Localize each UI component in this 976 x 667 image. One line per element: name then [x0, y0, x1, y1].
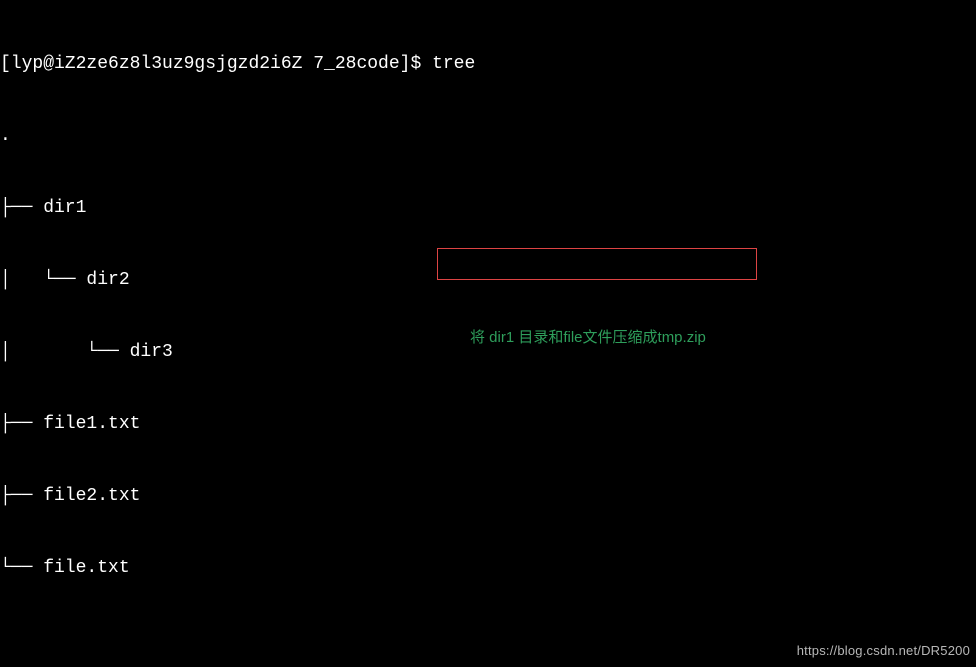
tree-entry: ├── dir1	[0, 196, 86, 220]
annotation-text: 将 dir1 目录和file文件压缩成tmp.zip	[470, 326, 706, 350]
tree-entry: ├── file1.txt	[0, 412, 140, 436]
tree-entry: └── file.txt	[0, 556, 130, 580]
tree-entry: ├── file2.txt	[0, 484, 140, 508]
tree-root-dot: .	[0, 124, 11, 148]
watermark: https://blog.csdn.net/DR5200	[797, 639, 970, 663]
prompt-line[interactable]: [lyp@iZ2ze6z8l3uz9gsjgzd2i6Z 7_28code]$ …	[0, 52, 976, 76]
shell-prompt: [lyp@iZ2ze6z8l3uz9gsjgzd2i6Z 7_28code]$	[0, 52, 432, 76]
command-tree: tree	[432, 52, 475, 76]
highlight-box	[437, 248, 757, 280]
tree-entry: │ └── dir2	[0, 268, 130, 292]
tree-entry: │ └── dir3	[0, 340, 173, 364]
